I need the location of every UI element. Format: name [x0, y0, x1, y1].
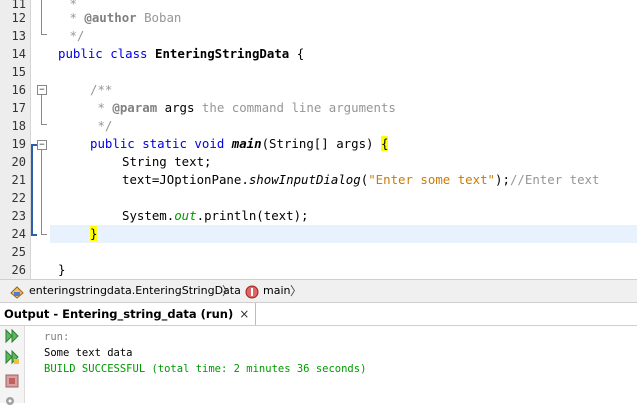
line-number: 26: [11, 263, 26, 277]
code-text: (String[] args): [261, 136, 381, 151]
fold-guide: [41, 95, 42, 124]
tab-output[interactable]: Output - Entering_string_data (run) ×: [0, 303, 257, 325]
matching-brace: }: [90, 226, 98, 241]
line-number: 20: [11, 155, 26, 169]
method-call: showInputDialog: [248, 172, 361, 187]
code-text: System.: [122, 208, 175, 223]
fold-guide: [41, 0, 42, 34]
stop-icon[interactable]: [4, 373, 20, 389]
rerun-with-params-icon[interactable]: [4, 349, 20, 365]
line-number: 17: [11, 101, 26, 115]
line-number: 15: [11, 65, 26, 79]
rerun-icon[interactable]: [4, 328, 20, 344]
code-line: * @param args the command line arguments: [90, 99, 396, 117]
code-line: text=JOptionPane.showInputDialog("Enter …: [122, 171, 599, 189]
string-literal: "Enter some text": [368, 172, 496, 187]
line-number: 23: [11, 209, 26, 223]
output-panel-header: Output - Entering_string_data (run) ×: [0, 303, 637, 326]
chevron-right-icon[interactable]: 〉: [290, 283, 302, 299]
comment-text: *: [90, 100, 113, 115]
code-line: String text;: [122, 154, 212, 169]
output-toolbar: [0, 326, 25, 405]
fold-toggle-main[interactable]: −: [37, 140, 47, 150]
fold-end: [41, 234, 47, 235]
code-line: * @author Boban: [62, 9, 181, 27]
method-icon: [245, 285, 259, 302]
breadcrumb: enteringstringdata.EnteringStringData 〉 …: [0, 279, 637, 303]
keyword: public static void: [90, 136, 232, 151]
comment-text: Boban: [136, 10, 182, 25]
keyword: public class: [58, 46, 155, 61]
code-line: */: [62, 28, 85, 43]
current-line-highlight: [50, 225, 637, 243]
code-text: {: [289, 46, 305, 61]
code-line: System.out.println(text);: [122, 207, 309, 225]
line-number: 21: [11, 173, 26, 187]
code-line: }: [58, 262, 66, 277]
output-console[interactable]: run: Some text data BUILD SUCCESSFUL (to…: [25, 326, 637, 403]
fold-end: [41, 124, 47, 125]
line-number: 25: [11, 245, 26, 259]
code-text: .println(text);: [196, 208, 309, 223]
line-number: 22: [11, 191, 26, 205]
fold-guide: [41, 150, 42, 234]
scope-bar: [31, 144, 33, 236]
line-number: 18: [11, 119, 26, 133]
code-editor[interactable]: 11 12 13 14 15 16 17 18 19 20 21 22 23 2…: [0, 0, 637, 279]
line-comment: //Enter text: [509, 172, 600, 187]
settings-icon[interactable]: [4, 395, 20, 411]
line-number: 13: [11, 29, 26, 43]
code-line: */: [90, 118, 113, 133]
line-number: 19: [11, 137, 26, 151]
comment-text: the command line arguments: [194, 100, 396, 115]
line-number: 24: [11, 227, 26, 241]
code-text: text=JOptionPane.: [122, 172, 249, 187]
javadoc-tag: @param: [112, 100, 158, 115]
output-line: run:: [44, 331, 70, 343]
line-number: 16: [11, 83, 26, 97]
output-line: BUILD SUCCESSFUL (total time: 2 minutes …: [44, 363, 367, 375]
fold-end: [41, 34, 47, 35]
comment-text: *: [62, 10, 85, 25]
line-number-gutter: 11 12 13 14 15 16 17 18 19 20 21 22 23 2…: [0, 0, 31, 279]
code-line: /**: [90, 82, 113, 97]
javadoc-tag: @author: [84, 10, 137, 25]
field-ref: out: [174, 208, 197, 223]
class-icon: [9, 285, 25, 302]
line-number: 12: [11, 11, 26, 25]
output-line: Some text data: [44, 347, 133, 359]
code-text: );: [495, 172, 510, 187]
chevron-right-icon[interactable]: 〉: [222, 283, 234, 299]
scope-bar-end: [31, 234, 37, 236]
matching-brace: {: [380, 136, 389, 151]
code-line: }: [90, 225, 98, 243]
breadcrumb-method[interactable]: main: [263, 283, 290, 299]
class-name: EnteringStringData: [154, 46, 290, 61]
code-line: public class EnteringStringData {: [58, 45, 304, 63]
breadcrumb-class[interactable]: enteringstringdata.EnteringStringData: [29, 283, 241, 299]
method-name: main: [231, 136, 262, 151]
param-name: args: [164, 100, 195, 115]
fold-toggle-javadoc[interactable]: −: [37, 85, 47, 95]
tab-label: Output - Entering_string_data (run): [4, 307, 234, 321]
close-icon[interactable]: ×: [239, 307, 249, 321]
code-line: public static void main(String[] args) {: [90, 135, 389, 153]
line-number: 14: [11, 47, 26, 61]
